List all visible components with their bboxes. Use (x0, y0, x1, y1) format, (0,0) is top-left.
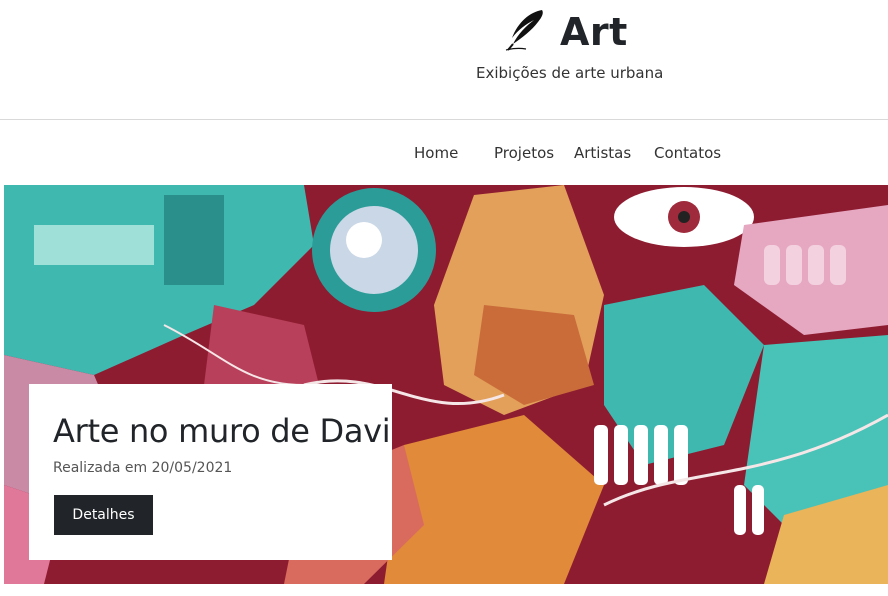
brand[interactable]: Art (504, 8, 628, 56)
brand-title: Art (560, 10, 628, 54)
details-button[interactable]: Detalhes (54, 495, 153, 535)
feather-icon (504, 8, 546, 56)
hero-card: Arte no muro de Davi Realizada em 20/05/… (29, 384, 392, 560)
brand-tagline: Exibições de arte urbana (476, 64, 664, 82)
exhibition-date: Realizada em 20/05/2021 (53, 460, 233, 476)
site-header: Art Exibições de arte urbana (0, 0, 888, 120)
nav-home[interactable]: Home (414, 144, 458, 162)
exhibition-title: Arte no muro de Davi (53, 412, 391, 450)
nav-artistas[interactable]: Artistas (574, 144, 631, 162)
main-nav: Home Projetos Artistas Contatos (0, 120, 888, 184)
nav-projetos[interactable]: Projetos (494, 144, 554, 162)
nav-contatos[interactable]: Contatos (654, 144, 721, 162)
